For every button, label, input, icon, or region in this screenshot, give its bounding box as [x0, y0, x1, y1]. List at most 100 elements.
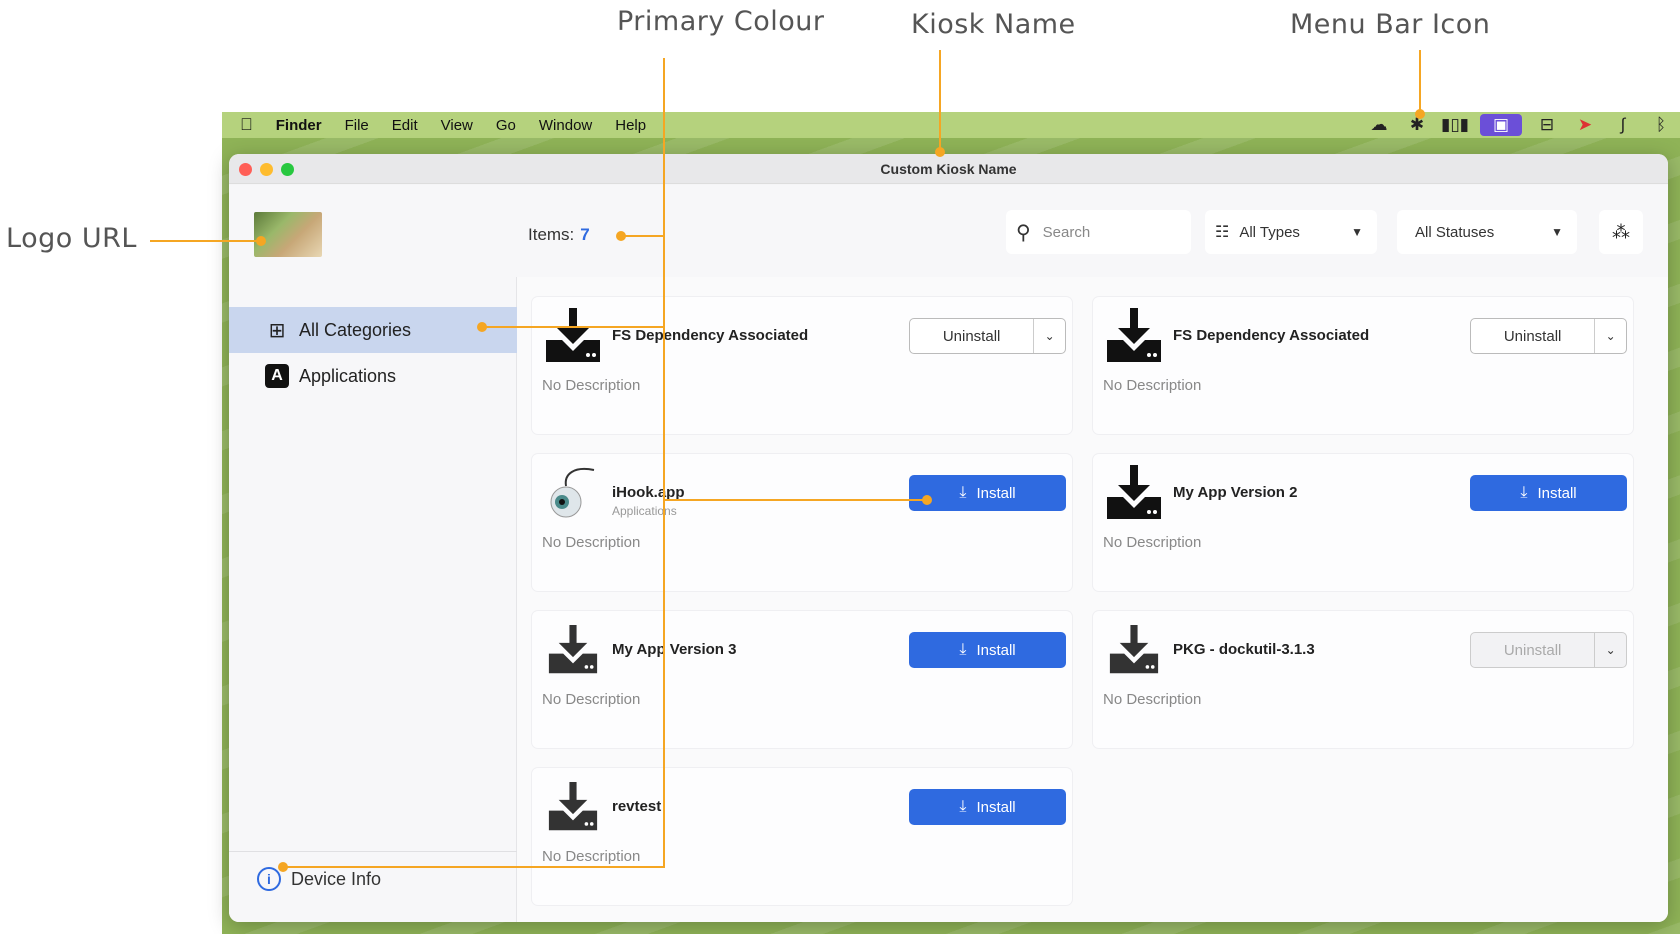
download-icon	[1103, 621, 1165, 679]
app-name: revtest	[612, 798, 662, 815]
kiosk-menu-bar-icon[interactable]: ▣	[1480, 114, 1522, 136]
callout-dot-menu-bar-icon	[1415, 109, 1425, 119]
app-description: No Description	[542, 848, 641, 865]
app-name: FS Dependency Associated	[612, 327, 809, 344]
app-description: No Description	[542, 377, 641, 394]
kiosk-window: Custom Kiosk Name Items: 7 ⚲ Search ☷ All…	[229, 154, 1668, 922]
grid-icon: ⊞	[268, 319, 286, 342]
app-card: revtest No Description ⤓ Install	[532, 768, 1072, 905]
arrow-icon[interactable]: ➤	[1572, 115, 1598, 135]
app-card: iHook.app Applications No Description ⤓ I…	[532, 454, 1072, 591]
download-arrow-icon: ⤓	[959, 798, 967, 815]
app-description: No Description	[1103, 377, 1202, 394]
caret-down-icon: ▼	[1351, 225, 1363, 239]
callout-line-primary-items	[620, 235, 665, 237]
tool-icon[interactable]: ∫	[1610, 115, 1636, 135]
install-button[interactable]: ⤓ Install	[1470, 475, 1627, 511]
search-placeholder: Search	[1042, 223, 1091, 241]
sidebar-item-label: Applications	[299, 365, 397, 386]
app-name: FS Dependency Associated	[1173, 327, 1370, 344]
menu-bar-tray: ☁ ✱ ▮▯▮ ▣ ⊟ ➤ ∫ ᛒ	[1360, 112, 1680, 138]
download-arrow-icon: ⤓	[959, 484, 967, 501]
type-filter-dropdown[interactable]: ☷ All Types ▼	[1205, 210, 1377, 254]
status-filter-dropdown[interactable]: All Statuses ▼	[1397, 210, 1577, 254]
install-button[interactable]: ⤓ Install	[909, 475, 1066, 511]
callout-dot-primary-install	[922, 495, 932, 505]
callout-line-primary-sidebar	[481, 326, 665, 328]
title-bar: Custom Kiosk Name	[229, 154, 1668, 184]
callout-kiosk-name: Kiosk Name	[911, 9, 1076, 40]
callout-logo-url: Logo URL	[6, 223, 137, 254]
sidebar-item-applications[interactable]: A Applications	[229, 353, 517, 399]
app-description: No Description	[1103, 691, 1202, 708]
download-icon	[542, 621, 604, 679]
logo-image	[254, 212, 322, 257]
toolbar: Items: 7 ⚲ Search ☷ All Types ▼ All Statu…	[229, 185, 1668, 277]
download-icon	[1103, 464, 1165, 522]
chevron-down-icon[interactable]: ⌄	[1594, 319, 1626, 353]
device-info-label: Device Info	[291, 868, 382, 889]
install-button[interactable]: ⤓ Install	[909, 789, 1066, 825]
callout-line-primary-vertical	[663, 58, 665, 868]
app-card: My App Version 2 No Description ⤓ Install	[1093, 454, 1633, 591]
items-count: Items: 7	[528, 225, 590, 245]
menu-app-name[interactable]: Finder	[276, 117, 322, 134]
list-icon: ☷	[1215, 224, 1230, 241]
status-filter-label: All Statuses	[1415, 223, 1495, 241]
bluetooth-icon[interactable]: ᛒ	[1648, 115, 1674, 135]
menu-edit[interactable]: Edit	[392, 117, 418, 134]
sidebar-item-all-categories[interactable]: ⊞ All Categories	[229, 307, 517, 353]
search-icon: ⚲	[1016, 221, 1031, 244]
type-filter-label: All Types	[1239, 223, 1300, 241]
callout-line-menu-bar-icon	[1419, 50, 1421, 112]
callout-line-primary-install	[663, 499, 927, 501]
people-grid-icon: ⁂	[1612, 221, 1630, 242]
callout-dot-kiosk-name	[935, 147, 945, 157]
app-name: My App Version 3	[612, 641, 737, 658]
app-card: PKG - dockutil-3.1.3 No Description Unin…	[1093, 611, 1633, 748]
cloud-sync-icon[interactable]: ☁	[1366, 115, 1392, 135]
app-card: My App Version 3 No Description ⤓ Install	[532, 611, 1072, 748]
callout-dot-logo	[256, 236, 266, 246]
download-arrow-icon: ⤓	[959, 641, 967, 658]
menu-file[interactable]: File	[345, 117, 369, 134]
menu-window[interactable]: Window	[539, 117, 592, 134]
search-input[interactable]: ⚲ Search	[1006, 210, 1191, 254]
install-button[interactable]: ⤓ Install	[909, 632, 1066, 668]
window-title: Custom Kiosk Name	[880, 161, 1017, 177]
download-arrow-icon: ⤓	[1520, 484, 1528, 501]
view-toggle-button[interactable]: ⁂	[1599, 210, 1643, 254]
download-icon	[1103, 307, 1165, 365]
callout-line-logo	[150, 240, 261, 242]
caret-down-icon: ▼	[1551, 225, 1563, 239]
uninstall-button[interactable]: Uninstall ⌄	[909, 318, 1066, 354]
info-icon: i	[257, 867, 281, 891]
menu-bar:  Finder File Edit View Go Window Help ☁…	[222, 112, 1680, 138]
apple-icon[interactable]: 	[240, 115, 253, 135]
chevron-down-icon[interactable]: ⌄	[1033, 319, 1065, 353]
chevron-down-icon[interactable]: ⌄	[1594, 633, 1626, 667]
app-description: No Description	[542, 534, 641, 551]
callout-dot-primary-items	[616, 231, 626, 241]
menu-go[interactable]: Go	[496, 117, 516, 134]
download-icon	[542, 778, 604, 836]
sidebar-item-label: All Categories	[299, 319, 412, 340]
callout-dot-primary-device-info	[278, 862, 288, 872]
bars-icon[interactable]: ▮▯▮	[1441, 115, 1469, 135]
content-grid: FS Dependency Associated No Description …	[517, 277, 1668, 922]
uninstall-button[interactable]: Uninstall ⌄	[1470, 632, 1627, 668]
uninstall-button[interactable]: Uninstall ⌄	[1470, 318, 1627, 354]
app-description: No Description	[1103, 534, 1202, 551]
menu-help[interactable]: Help	[615, 117, 646, 134]
app-name: My App Version 2	[1173, 484, 1298, 501]
app-name: PKG - dockutil-3.1.3	[1173, 641, 1315, 658]
menu-view[interactable]: View	[441, 117, 473, 134]
app-card: FS Dependency Associated No Description …	[1093, 297, 1633, 434]
sidebar-divider	[229, 851, 517, 852]
hook-app-icon	[542, 464, 604, 522]
window-icon[interactable]: ⊟	[1534, 115, 1560, 135]
app-description: No Description	[542, 691, 641, 708]
device-info-button[interactable]: i Device Info	[257, 867, 381, 891]
sidebar: ⊞ All Categories A Applications i Device…	[229, 277, 517, 922]
items-number: 7	[580, 225, 590, 244]
